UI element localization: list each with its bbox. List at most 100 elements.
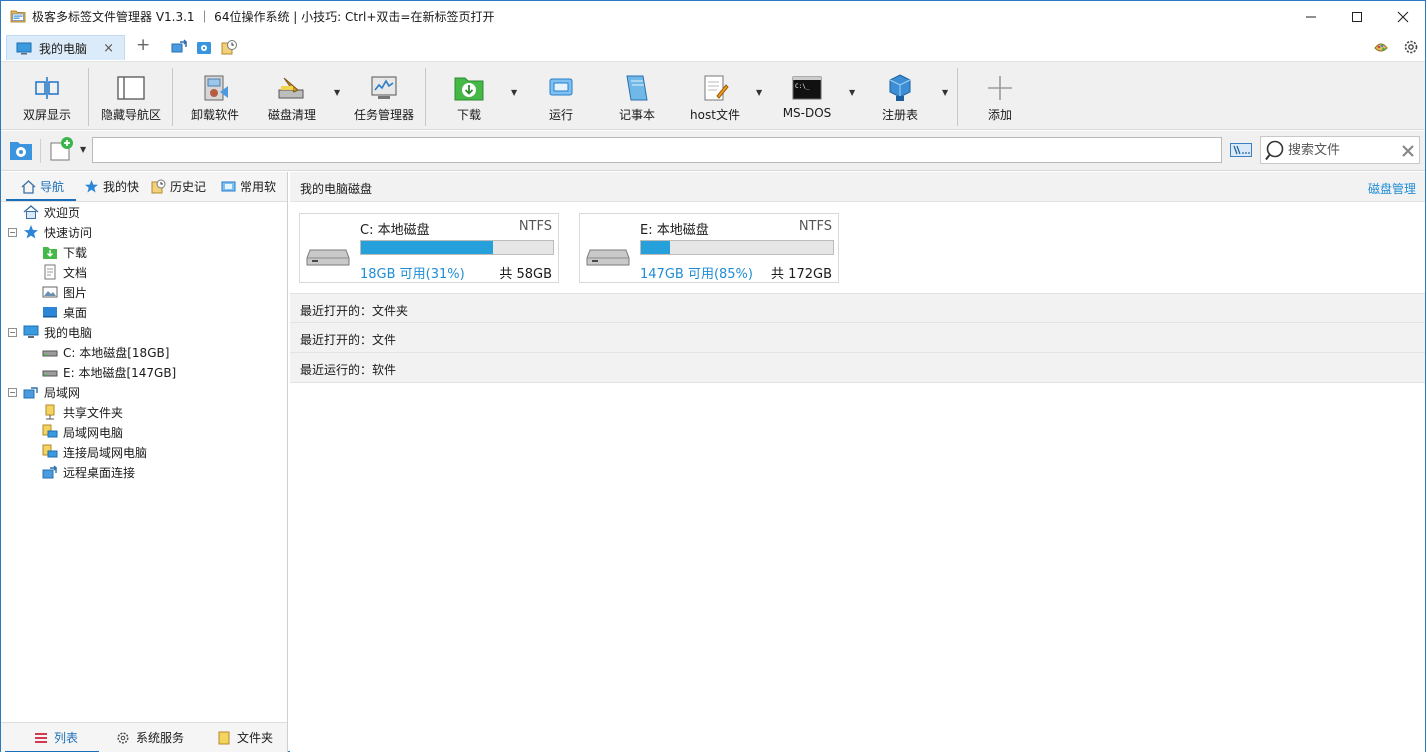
tab-my-computer[interactable]: 我的电脑 × bbox=[6, 35, 125, 60]
dual-screen-button[interactable]: 双屏显示 bbox=[14, 62, 80, 130]
tree-item-pictures[interactable]: 图片 bbox=[42, 282, 87, 302]
app-folder-icon bbox=[10, 10, 26, 23]
tree-item-remote-desktop[interactable]: 远程桌面连接 bbox=[42, 462, 135, 482]
hide-nav-button[interactable]: 隐藏导航区 bbox=[97, 62, 165, 130]
tree-item-lan[interactable]: 局域网 bbox=[23, 382, 80, 402]
search-icon bbox=[1265, 140, 1284, 161]
tree-item-documents[interactable]: 文档 bbox=[42, 262, 87, 282]
section-recent-software[interactable]: 最近运行的：软件 bbox=[290, 353, 1425, 383]
computer-icon bbox=[23, 325, 39, 338]
tab-favorites[interactable]: 我的快 bbox=[84, 178, 139, 195]
tree-item-my-computer[interactable]: 我的电脑 bbox=[23, 322, 92, 342]
tool-label: 任务管理器 bbox=[353, 108, 414, 122]
tab-system-services[interactable]: 系统服务 bbox=[116, 729, 184, 746]
tab-list[interactable]: 列表 bbox=[34, 729, 78, 746]
window-title: 极客多标签文件管理器 V1.3.1 ｜ 64位操作系统 | 小技巧: Ctrl+… bbox=[32, 10, 495, 24]
host-file-button[interactable]: host文件 bbox=[683, 62, 747, 130]
registry-dropdown-icon[interactable]: ▼ bbox=[942, 88, 948, 97]
ms-dos-button[interactable]: C:\_ MS-DOS bbox=[776, 62, 838, 130]
address-input[interactable] bbox=[92, 137, 1222, 163]
section-recent-files[interactable]: 最近打开的：文件 bbox=[290, 323, 1425, 353]
tree-item-disk-e[interactable]: E: 本地磁盘[147GB] bbox=[42, 362, 176, 382]
maximize-button[interactable] bbox=[1334, 1, 1380, 32]
home-icon bbox=[21, 180, 36, 194]
tree-item-disk-c[interactable]: C: 本地磁盘[18GB] bbox=[42, 342, 169, 362]
section-title: 我的电脑磁盘 bbox=[300, 182, 373, 196]
clear-search-icon[interactable] bbox=[1402, 145, 1414, 157]
history-icon[interactable] bbox=[221, 39, 237, 55]
new-file-dropdown-icon[interactable]: ▼ bbox=[80, 145, 86, 154]
notepad-button[interactable]: 记事本 bbox=[607, 62, 667, 130]
disk-manage-link[interactable]: 磁盘管理 bbox=[1368, 180, 1416, 197]
host-file-dropdown-icon[interactable]: ▼ bbox=[756, 88, 762, 97]
maximize-icon bbox=[1352, 11, 1362, 22]
tab-history[interactable]: 历史记 bbox=[151, 178, 206, 195]
settings-folder-icon[interactable] bbox=[196, 39, 212, 55]
search-input[interactable] bbox=[1288, 141, 1398, 159]
nav-tabs: 导航 我的快 历史记 常用软 bbox=[1, 172, 287, 202]
picture-icon bbox=[42, 286, 58, 298]
disk-card-c[interactable]: C: 本地磁盘 NTFS 18GB 可用(31%) 共 58GB bbox=[299, 213, 559, 283]
collapse-toggle[interactable]: − bbox=[8, 388, 17, 397]
network-icon bbox=[23, 387, 38, 399]
tab-close-icon[interactable]: × bbox=[103, 41, 114, 56]
tree-item-quick-access[interactable]: 快速访问 bbox=[23, 222, 92, 242]
tree-label: 下载 bbox=[63, 245, 88, 260]
section-recent-folders[interactable]: 最近打开的：文件夹 bbox=[290, 293, 1425, 323]
tree-item-lan-computer[interactable]: 局域网电脑 bbox=[42, 422, 123, 442]
toolbar-divider bbox=[957, 68, 958, 126]
download-folder-icon bbox=[454, 77, 484, 101]
download-dropdown-icon[interactable]: ▼ bbox=[511, 88, 517, 97]
tool-label: 添加 bbox=[987, 108, 1012, 122]
close-button[interactable] bbox=[1380, 1, 1426, 32]
tree-label: 文档 bbox=[63, 265, 88, 280]
new-file-icon[interactable] bbox=[49, 136, 75, 162]
document-icon bbox=[44, 264, 56, 280]
hard-drive-icon bbox=[306, 249, 350, 266]
app-window: 极客多标签文件管理器 V1.3.1 ｜ 64位操作系统 | 小技巧: Ctrl+… bbox=[0, 0, 1426, 752]
registry-icon bbox=[889, 74, 911, 101]
registry-button[interactable]: 注册表 bbox=[871, 62, 929, 130]
tab-navigation[interactable]: 导航 bbox=[21, 178, 64, 195]
disk-usage-fill bbox=[361, 241, 494, 254]
disk-cleanup-button[interactable]: 磁盘清理 bbox=[259, 62, 325, 130]
add-tool-button[interactable]: 添加 bbox=[972, 62, 1028, 130]
tree-label: 桌面 bbox=[63, 305, 88, 320]
section-title: 最近打开的：文件 bbox=[300, 333, 397, 347]
host-file-icon bbox=[704, 75, 729, 101]
download-button[interactable]: 下载 bbox=[441, 62, 497, 130]
network-share-icon[interactable] bbox=[171, 39, 187, 55]
path-edit-icon[interactable] bbox=[1230, 143, 1252, 157]
tab-folders[interactable]: 文件夹 bbox=[217, 729, 273, 746]
run-button[interactable]: 运行 bbox=[533, 62, 589, 130]
task-manager-button[interactable]: 任务管理器 bbox=[351, 62, 417, 130]
tree-label: 我的电脑 bbox=[44, 325, 93, 340]
tree-item-connect-lan[interactable]: 连接局域网电脑 bbox=[42, 442, 147, 462]
toolbar-divider bbox=[172, 68, 173, 126]
collapse-toggle[interactable]: − bbox=[8, 228, 17, 237]
uninstall-button[interactable]: 卸载软件 bbox=[183, 62, 247, 130]
collapse-toggle[interactable]: − bbox=[8, 328, 17, 337]
disk-cleanup-icon bbox=[278, 77, 304, 99]
tree-item-welcome[interactable]: 欢迎页 bbox=[23, 202, 80, 222]
gear-icon[interactable] bbox=[1402, 38, 1420, 56]
tree-item-download[interactable]: 下载 bbox=[42, 242, 87, 262]
disk-card-e[interactable]: E: 本地磁盘 NTFS 147GB 可用(85%) 共 172GB bbox=[579, 213, 839, 283]
toolbar-divider bbox=[88, 68, 89, 126]
tree-label: 快速访问 bbox=[44, 225, 93, 240]
tool-label: MS-DOS bbox=[782, 106, 832, 120]
ms-dos-dropdown-icon[interactable]: ▼ bbox=[849, 88, 855, 97]
minimize-button[interactable] bbox=[1288, 1, 1334, 32]
tool-label: 注册表 bbox=[881, 108, 918, 122]
tree-item-shared-folder[interactable]: 共享文件夹 bbox=[42, 402, 123, 422]
new-tab-button[interactable]: + bbox=[136, 35, 150, 55]
computer-icon bbox=[16, 42, 32, 54]
tree-item-desktop[interactable]: 桌面 bbox=[42, 302, 87, 322]
disk-cleanup-dropdown-icon[interactable]: ▼ bbox=[334, 88, 340, 97]
tree-label: 欢迎页 bbox=[44, 205, 81, 220]
tab-common-software[interactable]: 常用软 bbox=[221, 178, 276, 195]
tree-label: 局域网电脑 bbox=[63, 425, 124, 440]
star-icon bbox=[24, 225, 38, 239]
theme-icon[interactable] bbox=[1372, 38, 1390, 56]
settings-folder-icon[interactable] bbox=[9, 138, 33, 162]
